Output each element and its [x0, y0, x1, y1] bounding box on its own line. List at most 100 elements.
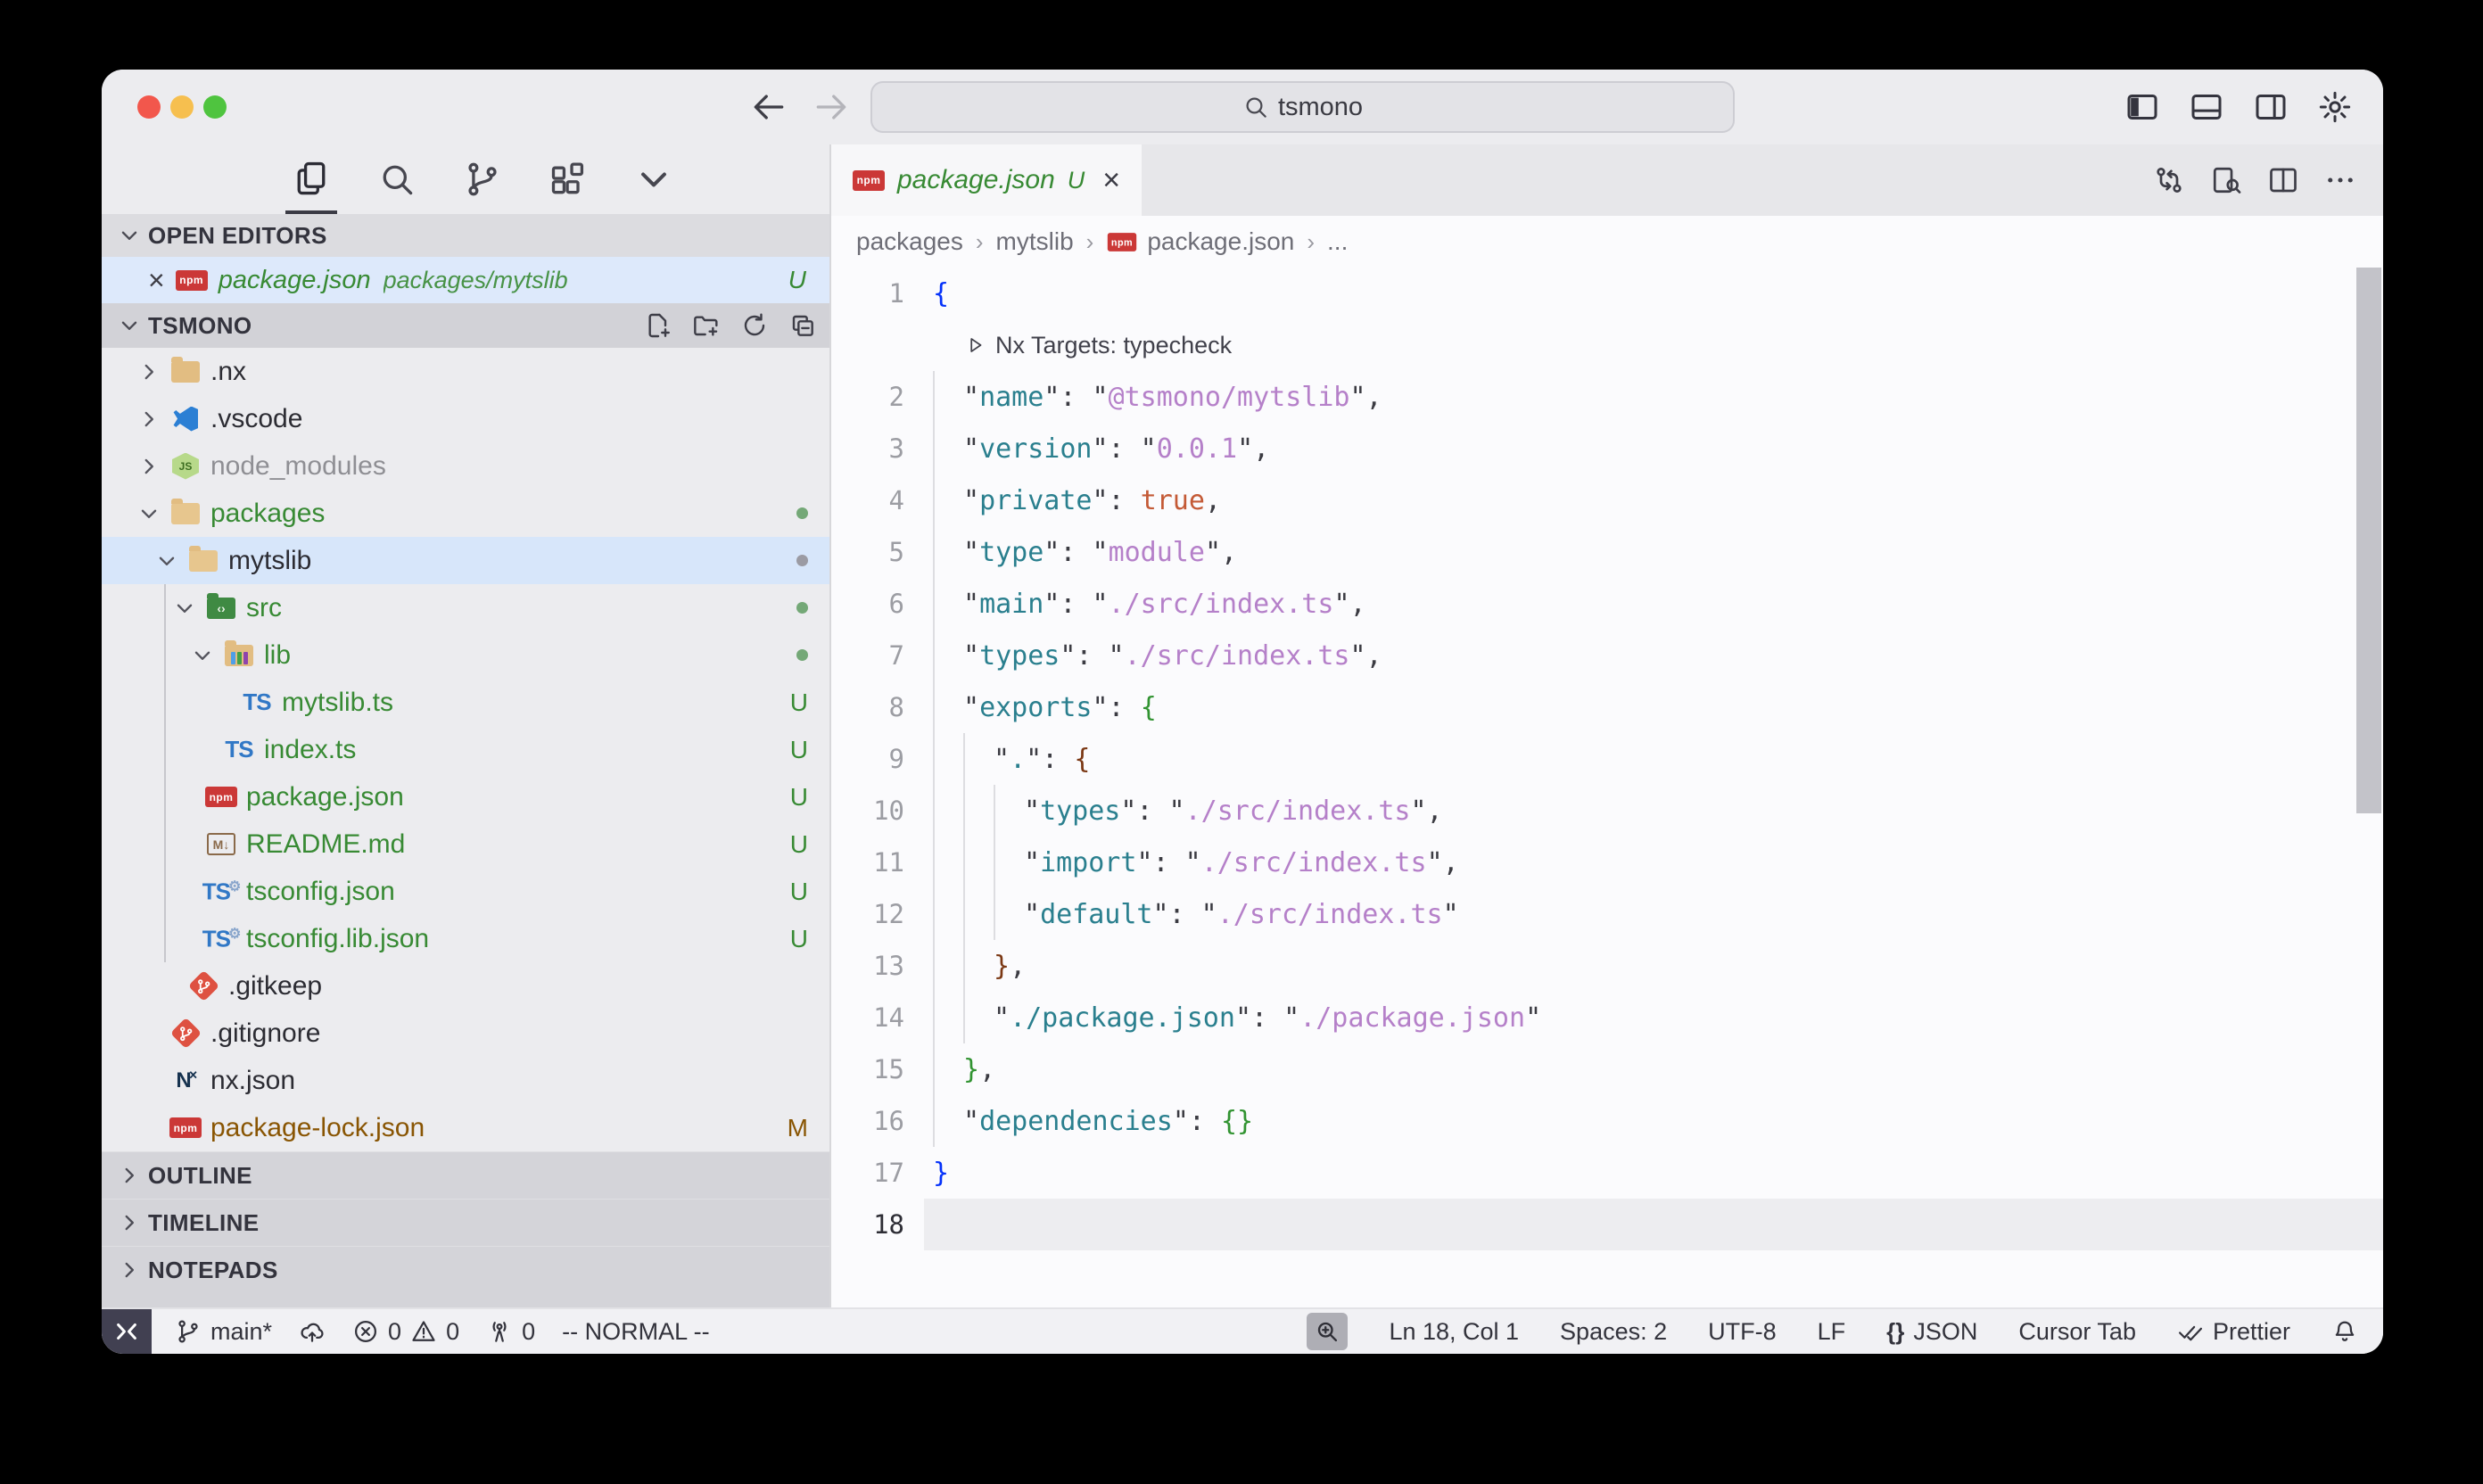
- tree-item-.vscode[interactable]: .vscode: [102, 395, 829, 442]
- more-actions-icon[interactable]: [2324, 164, 2356, 196]
- line-content: "main": "./src/index.ts",: [924, 578, 2383, 630]
- tree-item-index.ts[interactable]: TSindex.tsU: [102, 726, 829, 773]
- open-preview-icon[interactable]: [2210, 164, 2242, 196]
- tree-item-mytslib[interactable]: mytslib: [102, 537, 829, 584]
- close-editor-icon[interactable]: ×: [148, 266, 165, 294]
- sidebar-section-outline[interactable]: OUTLINE: [102, 1151, 829, 1199]
- status-git-branch[interactable]: main*: [175, 1309, 272, 1354]
- code-line-9[interactable]: 9".": {: [831, 733, 2383, 785]
- codelens[interactable]: Nx Targets: typecheck: [924, 319, 2383, 371]
- code-line-7[interactable]: 7"types": "./src/index.ts",: [831, 630, 2383, 681]
- settings-gear-icon[interactable]: [2317, 89, 2353, 125]
- code-line-6[interactable]: 6"main": "./src/index.ts",: [831, 578, 2383, 630]
- status-indentation[interactable]: Spaces: 2: [1560, 1309, 1667, 1354]
- indent-guide: [994, 785, 1024, 837]
- activity-item-search[interactable]: [371, 144, 423, 214]
- command-center-search[interactable]: tsmono: [870, 81, 1735, 133]
- code-editor[interactable]: 1{Nx Targets: typecheck2"name": "@tsmono…: [831, 268, 2383, 1307]
- tree-item-.gitignore[interactable]: .gitignore: [102, 1010, 829, 1057]
- maximize-window-button[interactable]: [203, 95, 227, 119]
- tree-item-package.json[interactable]: npmpackage.jsonU: [102, 773, 829, 820]
- code-line-16[interactable]: 16"dependencies": {}: [831, 1095, 2383, 1147]
- indent-guide: [933, 526, 963, 578]
- scrollbar-thumb[interactable]: [2356, 268, 2381, 813]
- open-editors-header[interactable]: OPEN EDITORS: [102, 214, 829, 257]
- activity-item-explorer[interactable]: [285, 144, 337, 214]
- minimize-window-button[interactable]: [170, 95, 194, 119]
- code-line-2[interactable]: 2"name": "@tsmono/mytslib",: [831, 371, 2383, 423]
- forward-button[interactable]: [812, 87, 851, 127]
- indent-guide: [933, 578, 963, 630]
- code-line-1[interactable]: 1{: [831, 268, 2383, 319]
- status-cursor-tab[interactable]: Cursor Tab: [2018, 1309, 2136, 1354]
- tree-item-label: mytslib.ts: [282, 688, 393, 718]
- tab-package-json[interactable]: npm package.json U ×: [831, 144, 1142, 216]
- sidebar-section-notepads[interactable]: NOTEPADS: [102, 1246, 829, 1293]
- activity-item-more-views[interactable]: [628, 144, 680, 214]
- tree-item-lib[interactable]: lib: [102, 631, 829, 679]
- breadcrumb-item-packages[interactable]: packages: [856, 227, 963, 256]
- status-publish-sync[interactable]: [299, 1309, 326, 1354]
- token: ": ": [1093, 433, 1157, 465]
- collapse-all-icon[interactable]: [788, 311, 817, 340]
- status-zoom-indicator[interactable]: [1307, 1313, 1348, 1350]
- code-line-12[interactable]: 12"default": "./src/index.ts": [831, 888, 2383, 940]
- tree-item-package-lock.json[interactable]: npmpackage-lock.jsonM: [102, 1104, 829, 1151]
- tree-item-src[interactable]: ‹›src: [102, 584, 829, 631]
- open-changes-icon[interactable]: [2153, 164, 2185, 196]
- toggle-panel-icon[interactable]: [2189, 89, 2224, 125]
- tree-item-label: .nx: [210, 357, 246, 387]
- toggle-secondary-sidebar-icon[interactable]: [2253, 89, 2289, 125]
- tree-item-.gitkeep[interactable]: .gitkeep: [102, 962, 829, 1010]
- code-line-10[interactable]: 10"types": "./src/index.ts",: [831, 785, 2383, 837]
- status-ports[interactable]: 0: [486, 1309, 535, 1354]
- new-file-icon[interactable]: [644, 311, 672, 340]
- toggle-primary-sidebar-icon[interactable]: [2124, 89, 2160, 125]
- close-window-button[interactable]: [137, 95, 161, 119]
- indent-guide: [933, 1043, 963, 1095]
- status-cursor-position[interactable]: Ln 18, Col 1: [1389, 1309, 1519, 1354]
- code-line-15[interactable]: 15},: [831, 1043, 2383, 1095]
- token: ": [963, 692, 979, 723]
- status-remote-indicator[interactable]: [102, 1309, 152, 1354]
- status-notifications[interactable]: [2331, 1309, 2358, 1354]
- tree-item-mytslib.ts[interactable]: TSmytslib.tsU: [102, 679, 829, 726]
- code-line-13[interactable]: 13},: [831, 940, 2383, 992]
- tree-item-nx.json[interactable]: N˟nx.json: [102, 1057, 829, 1104]
- code-line-3[interactable]: 3"version": "0.0.1",: [831, 423, 2383, 474]
- activity-item-extensions[interactable]: [542, 144, 594, 214]
- token: version: [979, 433, 1092, 465]
- breadcrumb-item-package-json[interactable]: npmpackage.json: [1106, 227, 1294, 256]
- tab-close-icon[interactable]: ×: [1102, 165, 1120, 195]
- status-vim-mode[interactable]: -- NORMAL --: [562, 1309, 709, 1354]
- code-line-4[interactable]: 4"private": true,: [831, 474, 2383, 526]
- tree-item-tsconfig.json[interactable]: TS⚙tsconfig.jsonU: [102, 868, 829, 915]
- open-editor-item[interactable]: × npm package.json packages/mytslib U: [102, 257, 829, 303]
- status-encoding[interactable]: UTF-8: [1708, 1309, 1777, 1354]
- tree-item-.nx[interactable]: .nx: [102, 348, 829, 395]
- tree-item-tsconfig.lib.json[interactable]: TS⚙tsconfig.lib.jsonU: [102, 915, 829, 962]
- sidebar-section-timeline[interactable]: TIMELINE: [102, 1199, 829, 1246]
- status-formatter[interactable]: Prettier: [2177, 1309, 2290, 1354]
- activity-item-source-control[interactable]: [457, 144, 508, 214]
- new-folder-icon[interactable]: [692, 311, 721, 340]
- code-line-5[interactable]: 5"type": "module",: [831, 526, 2383, 578]
- tree-item-packages[interactable]: packages: [102, 490, 829, 537]
- status-problems[interactable]: 00: [352, 1309, 459, 1354]
- status-language-mode[interactable]: {}JSON: [1886, 1309, 1977, 1354]
- status-eol[interactable]: LF: [1818, 1309, 1846, 1354]
- code-line-17[interactable]: 17}: [831, 1147, 2383, 1199]
- code-line-11[interactable]: 11"import": "./src/index.ts",: [831, 837, 2383, 888]
- chevron-right-icon: [137, 455, 161, 478]
- back-button[interactable]: [749, 87, 788, 127]
- explorer-section-header[interactable]: TSMONO: [102, 303, 829, 348]
- code-line-18[interactable]: 18: [831, 1199, 2383, 1250]
- tree-item-README.md[interactable]: M↓README.mdU: [102, 820, 829, 868]
- code-line-8[interactable]: 8"exports": {: [831, 681, 2383, 733]
- breadcrumb-item-mytslib[interactable]: mytslib: [996, 227, 1074, 256]
- refresh-icon[interactable]: [740, 311, 769, 340]
- code-line-14[interactable]: 14"./package.json": "./package.json": [831, 992, 2383, 1043]
- tree-item-node_modules[interactable]: JSnode_modules: [102, 442, 829, 490]
- breadcrumb-item--[interactable]: ...: [1327, 227, 1348, 256]
- split-editor-icon[interactable]: [2267, 164, 2299, 196]
